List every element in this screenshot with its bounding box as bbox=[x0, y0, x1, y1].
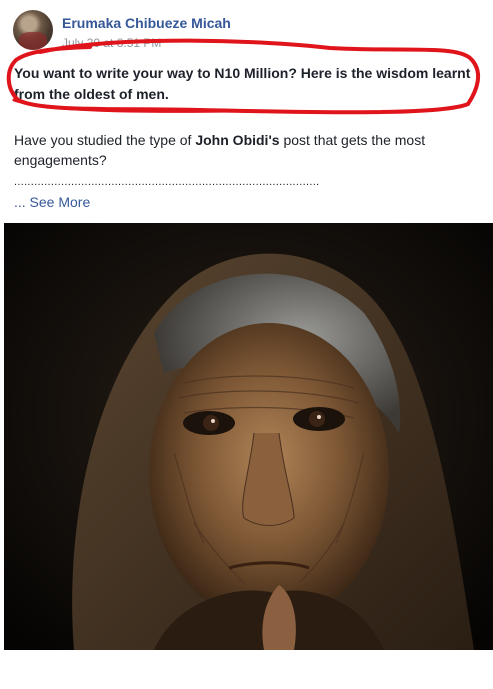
post-headline: You want to write your way to N10 Millio… bbox=[14, 65, 471, 102]
see-more-link[interactable]: ... See More bbox=[14, 194, 90, 210]
post-body: Have you studied the type of John Obidi'… bbox=[14, 130, 444, 170]
portrait-image bbox=[4, 223, 493, 650]
post-card: Erumaka Chibueze Micah July 20 at 8:51 P… bbox=[0, 0, 493, 689]
dotted-separator: ........................................… bbox=[14, 176, 320, 188]
author-avatar[interactable] bbox=[13, 10, 53, 50]
mentioned-name[interactable]: John Obidi's bbox=[195, 132, 279, 148]
post-timestamp[interactable]: July 20 at 8:51 PM bbox=[62, 36, 161, 50]
author-name[interactable]: Erumaka Chibueze Micah bbox=[62, 15, 231, 31]
post-photo[interactable] bbox=[4, 223, 493, 650]
body-text-prefix: Have you studied the type of bbox=[14, 132, 196, 148]
